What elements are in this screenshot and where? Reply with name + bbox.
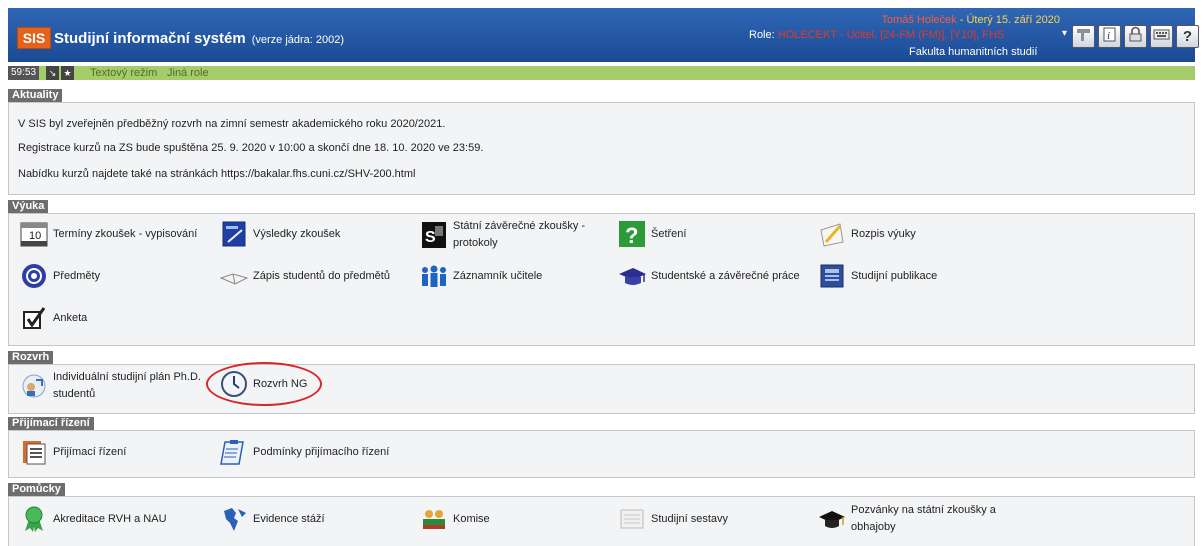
section-title-schedule: Rozvrh — [8, 351, 54, 364]
menu-item-poll[interactable]: Anketa — [19, 304, 87, 332]
menu-item-theses[interactable]: Studentské a závěrečné práce — [617, 262, 800, 290]
svg-text:i: i — [1107, 30, 1110, 42]
graduation-cap-icon — [617, 262, 647, 290]
menu-item-student-enrollment[interactable]: Zápis studentů do předmětů — [219, 262, 390, 290]
user-info: Tomáš Holeček - Úterý 15. září 2020 — [881, 14, 1060, 26]
clock-icon — [219, 370, 249, 398]
menu-item-schedule-ng[interactable]: Rozvrh NG — [219, 370, 307, 398]
menu-item-label: Šetření — [651, 227, 687, 240]
app-title: Studijní informační systém (verze jádra: … — [54, 30, 344, 47]
menu-item-exam-results[interactable]: Výsledky zkoušek — [219, 220, 340, 248]
study-plan-icon — [19, 372, 49, 400]
menu-item-label: Přijímací řízení — [53, 445, 127, 458]
menu-item-teacher-notebook[interactable]: Záznamník učitele — [419, 262, 542, 290]
menu-item-label: Anketa — [53, 311, 88, 324]
section-title-admission: Přijímací řízení — [8, 417, 94, 430]
section-title-tools: Pomůcky — [8, 483, 65, 496]
app-title-text: Studijní informační systém — [54, 30, 246, 47]
session-timer: 59:53 — [8, 66, 40, 80]
keyboard-icon[interactable] — [1150, 25, 1173, 48]
question-icon: ? — [617, 220, 647, 248]
forms-icon — [19, 438, 49, 466]
other-role-link[interactable]: Jiná role — [167, 66, 209, 80]
current-date: - Úterý 15. září 2020 — [956, 14, 1060, 26]
menu-item-label: Rozpis výuky — [851, 227, 916, 240]
faculty-name: Fakulta humanitních studií — [909, 46, 1038, 58]
role-info: Role: HOLECEKT - Učitel, [24-FM (FM)], [… — [749, 29, 1004, 41]
menu-item-label: Podmínky přijímacího řízení — [253, 445, 390, 458]
menu-item-label: Pozvánky na státní zkoušky a obhajoby — [851, 504, 996, 533]
admission-box — [8, 430, 1195, 478]
section-title-teaching: Výuka — [8, 200, 49, 213]
menu-item-teaching-schedule[interactable]: Rozpis výuky — [817, 220, 916, 248]
people-icon — [419, 262, 449, 290]
menu-item-state-exams[interactable]: S Státní závěrečné zkoušky - protokoly — [419, 218, 603, 252]
calendar-icon: 10 — [19, 220, 49, 248]
checkbox-icon — [19, 304, 49, 332]
open-book-icon — [219, 262, 249, 290]
menu-item-label: Rozvrh NG — [253, 377, 308, 390]
chevron-down-icon[interactable]: ▾ — [1062, 28, 1067, 39]
news-line: V SIS byl zveřejněn předběžný rozvrh na … — [18, 118, 446, 130]
menu-item-internships[interactable]: Evidence stáží — [219, 505, 325, 533]
menu-item-committees[interactable]: Komise — [419, 505, 490, 533]
menu-item-phd-study-plan[interactable]: Individuální studijní plán Ph.D. student… — [19, 369, 203, 403]
star-icon[interactable]: ★ — [61, 66, 74, 80]
section-title-news: Aktuality — [8, 89, 63, 102]
svg-text:10: 10 — [29, 230, 41, 242]
menu-item-label: Akreditace RVH a NAU — [53, 512, 167, 525]
menu-item-admission-conditions[interactable]: Podmínky přijímacího řízení — [219, 438, 389, 466]
role-value[interactable]: HOLECEKT - Učitel, [24-FM (FM)], [Y10], … — [778, 29, 1005, 41]
menu-item-admission[interactable]: Přijímací řízení — [19, 438, 126, 466]
lock-icon[interactable] — [1124, 25, 1147, 48]
committee-icon — [419, 505, 449, 533]
text-mode-link[interactable]: Textový režim — [90, 66, 157, 80]
menu-item-label: Termíny zkoušek - vypisování — [53, 227, 198, 240]
reports-icon — [617, 505, 647, 533]
subjects-icon — [19, 262, 49, 290]
news-box: V SIS byl zveřejněn předběžný rozvrh na … — [8, 102, 1195, 195]
menu-item-study-reports[interactable]: Studijní sestavy — [617, 505, 728, 533]
status-bar: 59:53 ↘ ★ Textový režim Jiná role — [8, 66, 1195, 80]
app-header: SIS Studijní informační systém (verze jád… — [8, 8, 1199, 62]
info-icon[interactable]: i — [1098, 25, 1121, 48]
menu-item-label: Státní závěrečné zkoušky - protokoly — [453, 220, 586, 249]
menu-item-accreditation[interactable]: Akreditace RVH a NAU — [19, 505, 167, 533]
sis-logo[interactable]: SIS — [17, 27, 51, 49]
menu-item-label: Evidence stáží — [253, 512, 325, 525]
menu-item-label: Předměty — [53, 269, 101, 282]
menu-item-label: Výsledky zkoušek — [253, 227, 341, 240]
globe-icon — [219, 505, 249, 533]
menu-item-label: Studentské a závěrečné práce — [651, 269, 800, 282]
menu-item-subjects[interactable]: Předměty — [19, 262, 100, 290]
menu-item-survey[interactable]: ? Šetření — [617, 220, 686, 248]
news-line: Registrace kurzů na ZS bude spuštěna 25.… — [18, 142, 484, 154]
role-label: Role: — [749, 29, 775, 41]
menu-item-label: Studijní sestavy — [651, 512, 729, 525]
menu-item-label: Komise — [453, 512, 490, 525]
sz-protocol-icon: S — [419, 221, 449, 249]
tools-icon[interactable] — [1072, 25, 1095, 48]
bookmark-down-icon[interactable]: ↘ — [46, 66, 59, 80]
pencil-paper-icon — [817, 220, 847, 248]
index-book-icon — [219, 220, 249, 248]
menu-item-publications[interactable]: Studijní publikace — [817, 262, 937, 290]
app-version: (verze jádra: 2002) — [251, 34, 345, 46]
user-name[interactable]: Tomáš Holeček — [881, 14, 956, 26]
menu-item-label: Zápis studentů do předmětů — [253, 269, 390, 282]
news-line: Nabídku kurzů najdete také na stránkách … — [18, 168, 416, 180]
menu-item-exam-dates[interactable]: 10 Termíny zkoušek - vypisování — [19, 220, 197, 248]
help-icon[interactable]: ? — [1176, 25, 1199, 48]
menu-item-label: Individuální studijní plán Ph.D. student… — [53, 371, 201, 400]
mortarboard-icon — [817, 505, 847, 533]
svg-text:S: S — [425, 229, 436, 246]
award-ribbon-icon — [19, 505, 49, 533]
menu-item-label: Záznamník učitele — [453, 269, 543, 282]
publication-icon — [817, 262, 847, 290]
clipboard-icon — [219, 438, 249, 466]
menu-item-label: Studijní publikace — [851, 269, 938, 282]
tools-box — [8, 496, 1195, 546]
svg-text:?: ? — [625, 223, 638, 248]
menu-item-exam-invitations[interactable]: Pozvánky na státní zkoušky a obhajoby — [817, 502, 1001, 536]
